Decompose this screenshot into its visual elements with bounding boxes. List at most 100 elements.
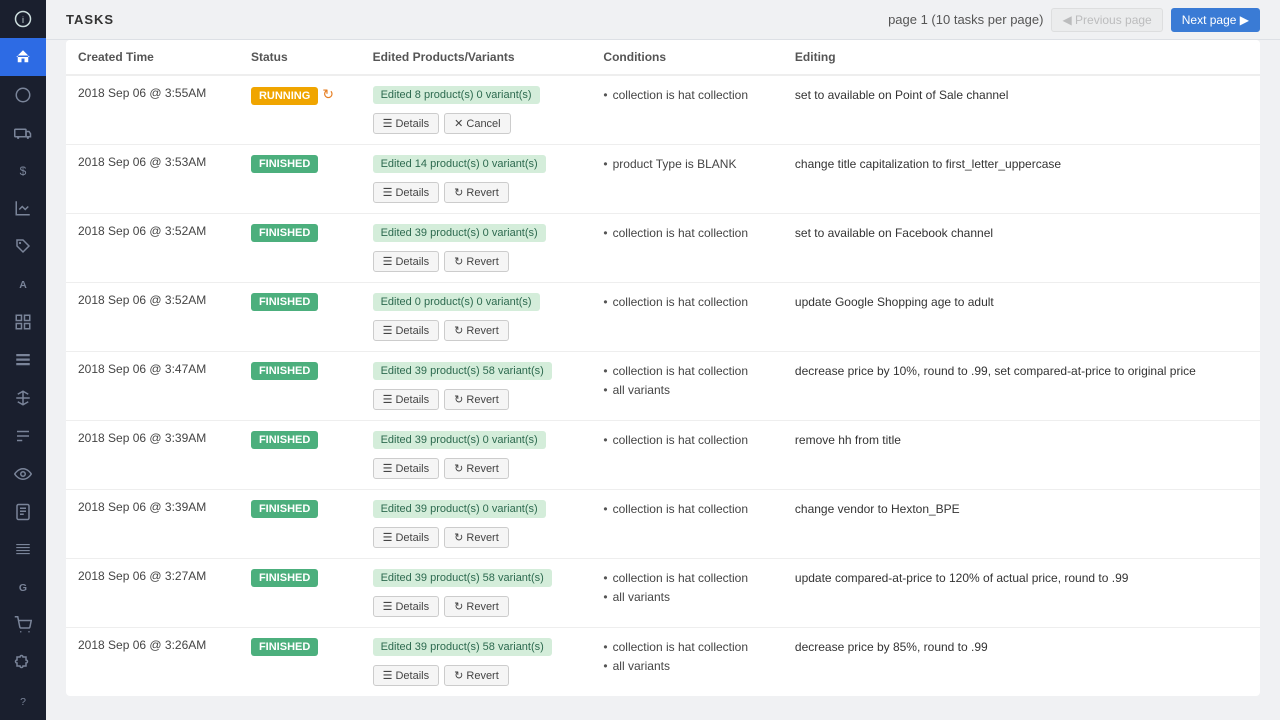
details-button[interactable]: ☰ Details — [373, 596, 440, 617]
sidebar-icon-nav1[interactable] — [0, 417, 46, 455]
edited-badge: Edited 39 product(s) 58 variant(s) — [373, 362, 552, 380]
sidebar-icon-question[interactable]: ? — [0, 682, 46, 720]
sidebar-icon-cart[interactable] — [0, 606, 46, 644]
cell-status: FINISHED — [239, 214, 361, 283]
sidebar-icon-dollar[interactable]: $ — [0, 152, 46, 190]
next-page-button[interactable]: Next page ▶ — [1171, 8, 1260, 32]
condition-item: collection is hat collection — [603, 224, 771, 243]
col-header-created-time: Created Time — [66, 40, 239, 75]
action-buttons: ☰ Details↻ Revert — [373, 596, 580, 617]
revert-button[interactable]: ↻ Revert — [444, 665, 509, 686]
sidebar-icon-scale[interactable] — [0, 379, 46, 417]
details-button[interactable]: ☰ Details — [373, 182, 440, 203]
cell-editing: change vendor to Hexton_BPE — [783, 490, 1260, 559]
status-badge: RUNNING — [251, 87, 318, 105]
sidebar-icon-home[interactable] — [0, 38, 46, 76]
edited-badge: Edited 8 product(s) 0 variant(s) — [373, 86, 540, 104]
condition-item: all variants — [603, 381, 771, 400]
sidebar-icon-truck[interactable] — [0, 114, 46, 152]
details-button[interactable]: ☰ Details — [373, 665, 440, 686]
cell-status: FINISHED — [239, 421, 361, 490]
cell-edited: Edited 39 product(s) 58 variant(s) ☰ Deta… — [361, 352, 592, 421]
cancel-button[interactable]: ✕ Cancel — [444, 113, 511, 134]
sidebar-icon-doc[interactable] — [0, 493, 46, 531]
edited-badge: Edited 14 product(s) 0 variant(s) — [373, 155, 546, 173]
sidebar-icon-lines[interactable] — [0, 530, 46, 568]
cell-created-time: 2018 Sep 06 @ 3:53AM — [66, 145, 239, 214]
cell-created-time: 2018 Sep 06 @ 3:47AM — [66, 352, 239, 421]
cell-conditions: collection is hat collection — [591, 490, 783, 559]
sidebar-icon-chart[interactable] — [0, 189, 46, 227]
col-header-edited: Edited Products/Variants — [361, 40, 592, 75]
cell-status: FINISHED — [239, 283, 361, 352]
sidebar-icon-puzzle[interactable] — [0, 644, 46, 682]
condition-item: collection is hat collection — [603, 293, 771, 312]
svg-text:?: ? — [20, 696, 26, 708]
condition-item: collection is hat collection — [603, 569, 771, 588]
details-button[interactable]: ☰ Details — [373, 113, 440, 134]
sidebar-icon-list[interactable] — [0, 341, 46, 379]
cell-editing: update compared-at-price to 120% of actu… — [783, 559, 1260, 628]
pagination-controls: page 1 (10 tasks per page) ◀ Previous pa… — [888, 8, 1260, 32]
sidebar: i $ A G — [0, 0, 46, 720]
cell-edited: Edited 0 product(s) 0 variant(s)☰ Detail… — [361, 283, 592, 352]
details-button[interactable]: ☰ Details — [373, 320, 440, 341]
cell-editing: set to available on Point of Sale channe… — [783, 75, 1260, 145]
sidebar-icon-tag[interactable] — [0, 227, 46, 265]
cell-editing: update Google Shopping age to adult — [783, 283, 1260, 352]
revert-button[interactable]: ↻ Revert — [444, 527, 509, 548]
table-row: 2018 Sep 06 @ 3:39AMFINISHEDEdited 39 pr… — [66, 490, 1260, 559]
condition-item: collection is hat collection — [603, 362, 771, 381]
revert-button[interactable]: ↻ Revert — [444, 458, 509, 479]
cell-conditions: collection is hat collection — [591, 214, 783, 283]
details-button[interactable]: ☰ Details — [373, 251, 440, 272]
revert-button[interactable]: ↻ Revert — [444, 320, 509, 341]
action-buttons: ☰ Details↻ Revert — [373, 182, 580, 203]
cell-edited: Edited 39 product(s) 0 variant(s)☰ Detai… — [361, 490, 592, 559]
cell-edited: Edited 14 product(s) 0 variant(s) ☰ Detai… — [361, 145, 592, 214]
cell-conditions: collection is hat collection — [591, 283, 783, 352]
condition-item: product Type is BLANK — [603, 155, 771, 174]
cell-created-time: 2018 Sep 06 @ 3:26AM — [66, 628, 239, 697]
prev-page-button[interactable]: ◀ Previous page — [1051, 8, 1162, 32]
cell-status: FINISHED — [239, 145, 361, 214]
revert-button[interactable]: ↻ Revert — [444, 182, 509, 203]
condition-item: collection is hat collection — [603, 431, 771, 450]
action-buttons: ☰ Details↻ Revert — [373, 320, 580, 341]
sidebar-icon-info[interactable]: i — [0, 0, 46, 38]
col-header-status: Status — [239, 40, 361, 75]
details-button[interactable]: ☰ Details — [373, 389, 440, 410]
table-header-row: Created Time Status Edited Products/Vari… — [66, 40, 1260, 75]
table-row: 2018 Sep 06 @ 3:39AMFINISHEDEdited 39 pr… — [66, 421, 1260, 490]
revert-button[interactable]: ↻ Revert — [444, 251, 509, 272]
refresh-icon: ↻ — [322, 86, 334, 103]
svg-text:i: i — [22, 15, 24, 25]
condition-item: all variants — [603, 588, 771, 607]
details-button[interactable]: ☰ Details — [373, 458, 440, 479]
cell-editing: change title capitalization to first_let… — [783, 145, 1260, 214]
table-row: 2018 Sep 06 @ 3:26AMFINISHEDEdited 39 pr… — [66, 628, 1260, 697]
cell-created-time: 2018 Sep 06 @ 3:55AM — [66, 75, 239, 145]
tasks-table: Created Time Status Edited Products/Vari… — [66, 40, 1260, 696]
sidebar-icon-eye[interactable] — [0, 455, 46, 493]
sidebar-icon-grid[interactable] — [0, 303, 46, 341]
condition-item: collection is hat collection — [603, 86, 771, 105]
col-header-editing: Editing — [783, 40, 1260, 75]
cell-edited: Edited 39 product(s) 0 variant(s)☰ Detai… — [361, 214, 592, 283]
sidebar-icon-G[interactable]: G — [0, 568, 46, 606]
tasks-table-container: Created Time Status Edited Products/Vari… — [46, 40, 1280, 720]
revert-button[interactable]: ↻ Revert — [444, 596, 509, 617]
status-badge: FINISHED — [251, 500, 318, 518]
sidebar-icon-text[interactable]: A — [0, 265, 46, 303]
cell-created-time: 2018 Sep 06 @ 3:52AM — [66, 283, 239, 352]
action-buttons: ☰ Details✕ Cancel — [373, 113, 580, 134]
condition-item: all variants — [603, 657, 771, 676]
sidebar-icon-circle[interactable] — [0, 76, 46, 114]
svg-text:A: A — [19, 279, 27, 291]
status-badge: FINISHED — [251, 155, 318, 173]
details-button[interactable]: ☰ Details — [373, 527, 440, 548]
revert-button[interactable]: ↻ Revert — [444, 389, 509, 410]
action-buttons: ☰ Details↻ Revert — [373, 389, 580, 410]
svg-text:$: $ — [20, 163, 27, 177]
status-badge: FINISHED — [251, 224, 318, 242]
